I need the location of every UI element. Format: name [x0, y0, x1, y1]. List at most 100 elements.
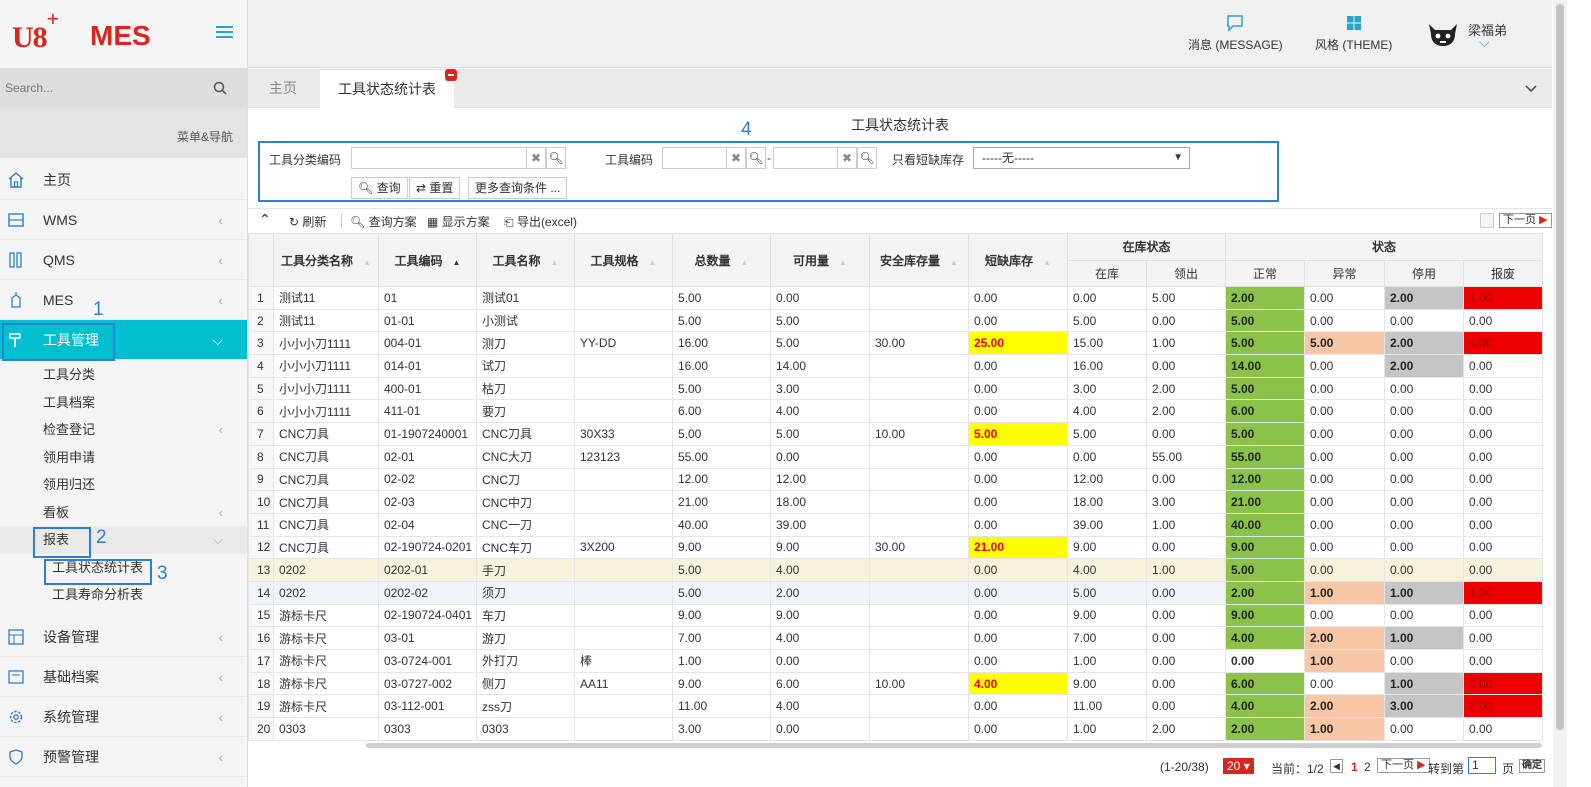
category-input[interactable] — [351, 147, 527, 169]
column-header[interactable]: 工具编码 ▲ — [378, 233, 477, 287]
sidebar-item-basic-archive[interactable]: 基础档案 ‹ — [0, 657, 247, 697]
sidebar-item-qms[interactable]: QMS ‹ — [0, 240, 247, 280]
category-name-cell: 0303 — [273, 717, 379, 741]
page-size-select[interactable]: 20 ▾ — [1223, 758, 1254, 774]
clear-icon[interactable]: ✖ — [726, 147, 746, 169]
sidebar-item-home[interactable]: 主页 — [0, 160, 247, 200]
table-row[interactable]: 19 游标卡尺 03-112-001 zss刀 11.00 4.00 0.00 11.00 0.… — [248, 694, 1543, 719]
tab-home[interactable]: 主页 — [269, 69, 297, 108]
table-row[interactable]: 7 CNC刀具 01-1907240001 CNC刀具 30X33 5.00 5.00 10.… — [248, 422, 1543, 446]
sidebar-item-wms[interactable]: WMS ‹ — [0, 200, 247, 240]
sidebar-sub-return[interactable]: 领用归还 — [0, 471, 247, 499]
horizontal-scrollbar[interactable] — [366, 743, 1542, 748]
column-header[interactable]: 总数量 ▲ — [672, 233, 771, 287]
clear-icon[interactable]: ✖ — [526, 147, 546, 169]
total-qty-cell: 21.00 — [672, 490, 771, 514]
grid-toolbar: ⌃ ↻ 刷新 🔍︎ 查询方案 ▦ 显示方案 ⎗ 导出(excel) 下一页 ▶ — [248, 208, 1552, 232]
reset-button[interactable]: ⇄ 重置 — [409, 177, 461, 199]
next-page-button-top[interactable]: 下一页 ▶ — [1499, 213, 1552, 228]
table-row[interactable]: 12 CNC刀具 02-190724-0201 CNC车刀 3X200 9.00 9.00 3… — [248, 535, 1543, 560]
column-header[interactable]: 报废 — [1463, 259, 1543, 287]
column-header[interactable]: 停用 — [1384, 259, 1464, 287]
code-to-input[interactable] — [773, 147, 838, 169]
theme-button[interactable]: 风格 (THEME) — [1315, 14, 1392, 53]
in-stock-cell: 0.00 — [1067, 286, 1147, 310]
column-header[interactable]: 工具分类名称 ▲ — [273, 233, 379, 287]
search-icon[interactable]: 🔍︎ — [857, 147, 877, 169]
page-link-1[interactable]: 1 — [1351, 760, 1358, 774]
table-row[interactable]: 5 小小小刀1111 400-01 枯刀 5.00 3.00 0.00 3.00 2.00 5.0… — [248, 376, 1543, 401]
menu-toggle-icon[interactable] — [216, 26, 233, 40]
scrapped-cell: 1.00 — [1463, 580, 1543, 605]
search-icon[interactable] — [213, 81, 227, 95]
column-header[interactable]: 工具规格 ▲ — [574, 233, 673, 287]
shortage-cell: 0.00 — [968, 286, 1068, 310]
display-scheme-button[interactable]: ▦ 显示方案 — [427, 213, 490, 230]
tab-tool-status[interactable]: 工具状态统计表 — [320, 69, 457, 108]
sidebar-item-system[interactable]: 系统管理 ‹ — [0, 697, 247, 737]
table-row[interactable]: 15 游标卡尺 02-190724-0401 车刀 9.00 9.00 0.00 9.00 0.… — [248, 603, 1543, 628]
sidebar-sub-board[interactable]: 看板 ‹ — [0, 499, 247, 527]
collapse-icon[interactable]: ⌃ — [259, 211, 271, 228]
table-row[interactable]: 14 0202 0202-02 须刀 5.00 2.00 0.00 5.00 0.00 2.00 1… — [248, 580, 1543, 605]
sidebar-item-equipment[interactable]: 设备管理 ‹ — [0, 617, 247, 657]
query-scheme-button[interactable]: 🔍︎ 查询方案 — [350, 213, 417, 230]
sidebar-sub-tool-archive[interactable]: 工具档案 — [0, 389, 247, 417]
prev-page-icon[interactable] — [1480, 213, 1494, 228]
page-link-2[interactable]: 2 — [1364, 760, 1371, 774]
close-icon[interactable] — [445, 69, 457, 81]
column-header[interactable]: 可用量 ▲ — [770, 233, 870, 287]
query-button[interactable]: 🔍︎ 查询 — [351, 177, 408, 199]
row-number: 16 — [248, 626, 274, 650]
more-conditions-button[interactable]: 更多查询条件 ... — [468, 177, 568, 199]
disabled-cell: 0.00 — [1384, 490, 1464, 514]
shortage-select[interactable]: -----无----- ▼ — [973, 147, 1190, 169]
sidebar-item-mes[interactable]: MES ‹ — [0, 280, 247, 320]
table-row[interactable]: 11 CNC刀具 02-04 CNC一刀 40.00 39.00 0.00 39.00 1.00… — [248, 512, 1543, 537]
next-page-button[interactable]: 下一页 ▶ — [1377, 758, 1430, 773]
search-icon[interactable]: 🔍︎ — [546, 147, 566, 169]
table-row[interactable]: 13 0202 0202-01 手刀 5.00 4.00 0.00 4.00 1.00 5.00 0… — [248, 558, 1543, 582]
table-row[interactable]: 17 游标卡尺 03-0724-001 外打刀棒 1.00 0.00 0.00 1.00 0.0… — [248, 649, 1543, 673]
table-row[interactable]: 18 游标卡尺 03-0727-002 侧刀 AA11 9.00 6.00 10.00 4.00… — [248, 671, 1543, 696]
column-header[interactable]: 正常 — [1225, 259, 1305, 287]
search-icon[interactable]: 🔍︎ — [746, 147, 766, 169]
vertical-scrollbar[interactable] — [1553, 0, 1567, 787]
column-header[interactable]: 短缺库存 ▲ — [968, 233, 1068, 287]
column-header[interactable]: 异常 — [1304, 259, 1385, 287]
issued-cell: 0.00 — [1146, 422, 1226, 446]
safety-stock-cell — [869, 694, 969, 719]
goto-page-input[interactable]: 1 — [1468, 757, 1496, 774]
code-from-input[interactable] — [662, 147, 727, 169]
sidebar-sub-inspection[interactable]: 检查登记 ‹ — [0, 416, 247, 444]
column-header[interactable]: 安全库存量 ▲ — [869, 233, 969, 287]
sidebar-item-alert[interactable]: 预警管理 ‹ — [0, 737, 247, 777]
clear-icon[interactable]: ✖ — [837, 147, 857, 169]
table-row[interactable]: 9 CNC刀具 02-02 CNC刀 12.00 12.00 0.00 12.00 0.00 12… — [248, 467, 1543, 492]
column-header[interactable]: 领出 — [1146, 259, 1226, 287]
table-row[interactable]: 10 CNC刀具 02-03 CNC中刀 21.00 18.00 0.00 18.00 3.00… — [248, 490, 1543, 514]
table-row[interactable]: 3 小小小刀1111 004-01 测刀 YY-DD 16.00 5.00 30.00 25.0… — [248, 331, 1543, 356]
column-header[interactable]: 工具名称 ▲ — [476, 233, 575, 287]
table-row[interactable]: 16 游标卡尺 03-01 游刀 7.00 4.00 0.00 7.00 0.00 4.00 2.0… — [248, 626, 1543, 650]
export-excel-button[interactable]: ⎗ 导出(excel) — [504, 213, 577, 230]
table-row[interactable]: 6 小小小刀1111 411-01 要刀 6.00 4.00 0.00 4.00 2.00 6.0… — [248, 399, 1543, 424]
sidebar-sub-request[interactable]: 领用申请 — [0, 444, 247, 472]
table-row[interactable]: 2 测试11 01-01 小测试 5.00 5.00 0.00 5.00 0.00 5.00 0.0… — [248, 308, 1543, 333]
search-input[interactable] — [0, 68, 248, 108]
table-row[interactable]: 20 0303 0303 0303 3.00 0.00 0.00 1.00 2.00 2.00 1.… — [248, 717, 1543, 741]
tool-name-cell: 枯刀 — [476, 376, 575, 401]
chevron-down-icon[interactable] — [1524, 81, 1538, 95]
table-row[interactable]: 1 测试11 01 测试01 5.00 0.00 0.00 0.00 5.00 2.00 0.00 2… — [248, 286, 1543, 310]
table-row[interactable]: 4 小小小刀1111 014-01 试刀 16.00 14.00 0.00 16.00 0.00… — [248, 354, 1543, 378]
tool-name-cell: 侧刀 — [476, 671, 575, 696]
confirm-button[interactable]: 确定 — [1519, 759, 1545, 773]
tool-spec-cell: AA11 — [574, 671, 673, 696]
column-header[interactable]: 在库 — [1067, 259, 1147, 287]
message-button[interactable]: 消息 (MESSAGE) — [1188, 14, 1283, 53]
prev-page-icon[interactable]: ◀ — [1330, 759, 1343, 773]
callout-number-1: 1 — [93, 299, 104, 320]
sidebar-sub-tool-category[interactable]: 工具分类 — [0, 361, 247, 389]
table-row[interactable]: 8 CNC刀具 02-01 CNC大刀 123123 55.00 0.00 0.00 0.00 5… — [248, 444, 1543, 469]
refresh-button[interactable]: ↻ 刷新 — [289, 213, 326, 230]
